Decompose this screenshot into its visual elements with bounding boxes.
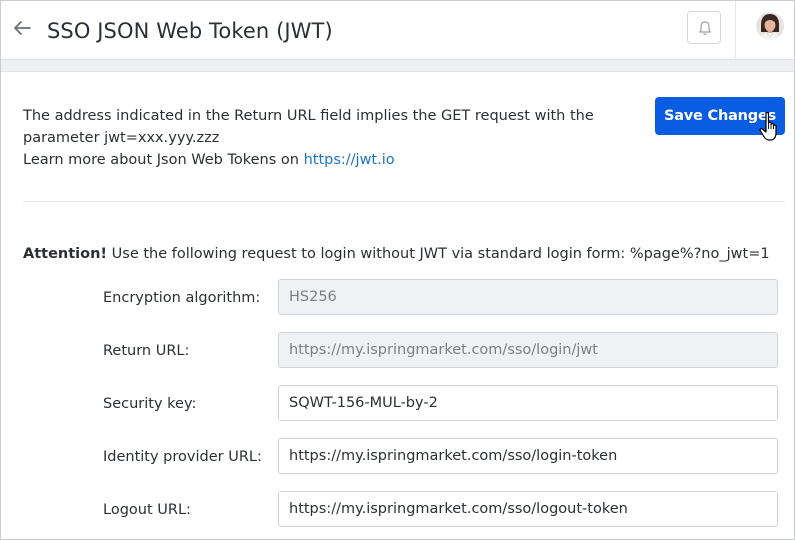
- attention-text: Use the following request to login witho…: [107, 246, 770, 262]
- form-row-logout-url: Logout URL:: [1, 491, 794, 527]
- user-avatar[interactable]: [756, 12, 784, 40]
- hand-cursor-icon: [759, 111, 777, 141]
- security-key-field[interactable]: [278, 385, 778, 421]
- page-title: SSO JSON Web Token (JWT): [47, 19, 333, 43]
- intro-text: The address indicated in the Return URL …: [23, 105, 623, 171]
- encryption-algorithm-field: [278, 279, 778, 315]
- attention-note: Attention! Use the following request to …: [23, 244, 793, 264]
- security-key-label: Security key:: [103, 396, 197, 412]
- intro-line-1: The address indicated in the Return URL …: [23, 108, 594, 124]
- app-window: SSO JSON Web Token (JWT) The address ind…: [0, 0, 795, 540]
- page-header: SSO JSON Web Token (JWT): [1, 1, 794, 60]
- attention-label: Attention!: [23, 246, 108, 262]
- section-divider: [23, 201, 785, 202]
- form-row-identity-provider-url: Identity provider URL:: [1, 438, 794, 474]
- intro-line-3-prefix: Learn more about Json Web Tokens on: [23, 152, 304, 168]
- avatar-icon: [756, 12, 784, 40]
- intro-line-3: Learn more about Json Web Tokens on http…: [23, 149, 623, 171]
- form-row-return-url: Return URL:: [1, 332, 794, 368]
- jwt-io-link[interactable]: https://jwt.io: [304, 152, 395, 168]
- header-band: [1, 60, 794, 72]
- identity-provider-url-label: Identity provider URL:: [103, 449, 262, 465]
- logout-url-field[interactable]: [278, 491, 778, 527]
- bell-icon: [699, 21, 711, 35]
- intro-line-2: parameter jwt=xxx.yyy.zzz: [23, 130, 220, 146]
- form-row-security-key: Security key:: [1, 385, 794, 421]
- arrow-left-icon: [14, 21, 31, 35]
- notifications-button[interactable]: [687, 11, 721, 44]
- encryption-algorithm-label: Encryption algorithm:: [103, 290, 261, 306]
- return-url-label: Return URL:: [103, 343, 190, 359]
- form-row-encryption-algorithm: Encryption algorithm:: [1, 279, 794, 315]
- identity-provider-url-field[interactable]: [278, 438, 778, 474]
- logout-url-label: Logout URL:: [103, 502, 191, 518]
- return-url-field: [278, 332, 778, 368]
- header-divider: [735, 1, 736, 60]
- back-button[interactable]: [10, 16, 34, 40]
